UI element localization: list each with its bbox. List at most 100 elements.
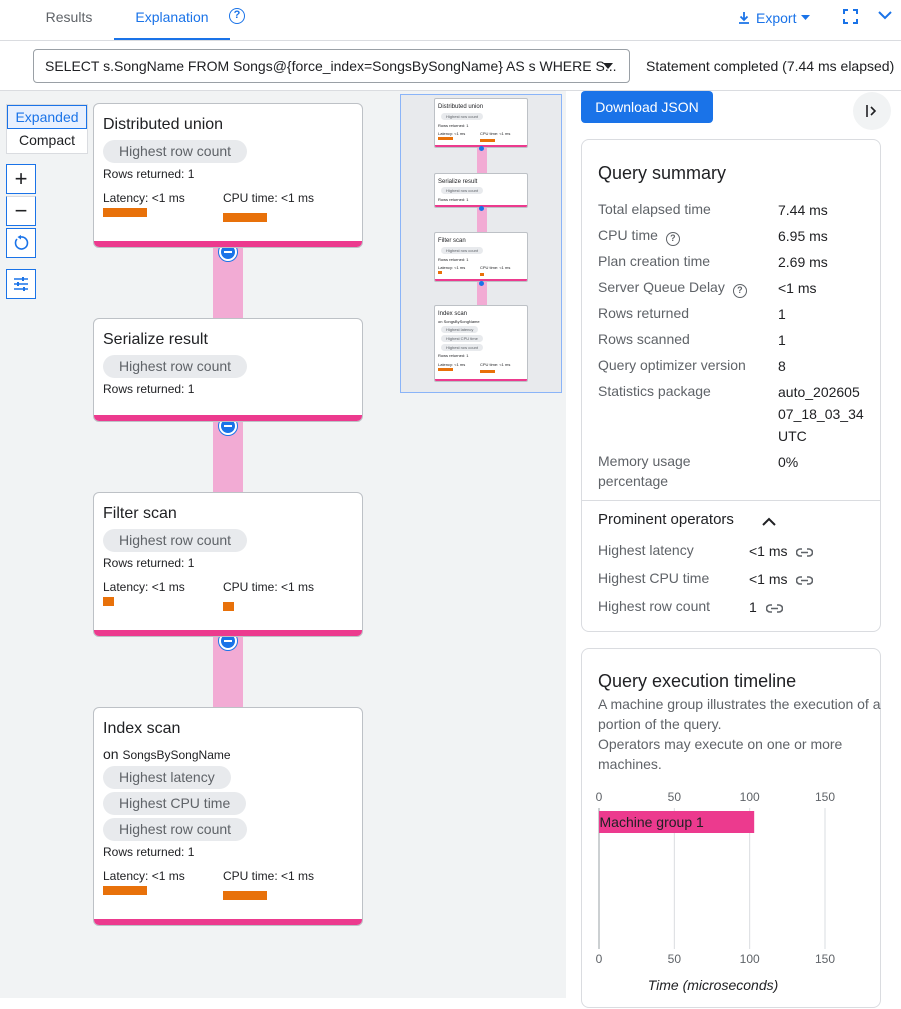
link-icon[interactable] — [796, 547, 814, 557]
summary-value: 8 — [778, 358, 786, 374]
summary-label: Rows scanned — [598, 331, 690, 347]
minimap-title: Filter scan — [438, 238, 466, 244]
prominent-label: Highest row count — [598, 598, 711, 614]
minimap-card: Distributed union Highest row count Rows… — [434, 98, 528, 148]
badge-chip: Highest latency — [103, 766, 231, 789]
summary-label: CPU time? — [598, 225, 680, 246]
cpu-label: CPU time: <1 ms — [223, 580, 315, 594]
minimap-index-target: SongsBySongName — [443, 319, 480, 324]
card-accent-bar — [94, 241, 362, 247]
minimap-dot — [479, 146, 484, 151]
help-icon[interactable]: ? — [732, 284, 747, 298]
cpu-bar — [223, 213, 267, 222]
minimap-dot — [479, 206, 484, 211]
reset-zoom-button[interactable] — [6, 228, 36, 258]
summary-label: Rows returned — [598, 305, 690, 321]
view-compact-button[interactable]: Compact — [7, 129, 87, 153]
badge-chip: Highest row count — [103, 355, 248, 378]
minimap-chip: Highest row count — [441, 113, 484, 120]
summary-value-line: UTC — [778, 428, 807, 444]
minimap-rows: Rows returned: 1 — [438, 123, 469, 128]
cpu-bar — [223, 602, 234, 611]
tab-results[interactable]: Results — [28, 0, 110, 40]
minimap-rows: Rows returned: 1 — [438, 257, 469, 262]
card-accent-bar — [94, 630, 362, 636]
badge-chip: Highest row count — [103, 529, 248, 552]
plan-minimap[interactable]: Distributed union Highest row count Rows… — [400, 94, 562, 393]
operator-title: Filter scan — [103, 505, 177, 522]
operator-title: Distributed union — [103, 116, 224, 133]
rows-returned: Rows returned: 1 — [103, 845, 195, 859]
rows-returned: Rows returned: 1 — [103, 382, 195, 396]
minimap-bar — [438, 368, 453, 371]
minimap-card: Filter scan Highest row count Rows retur… — [434, 232, 528, 282]
help-icon[interactable]: ? — [229, 8, 245, 24]
minimap-bar — [438, 137, 453, 140]
export-label: Export — [756, 10, 797, 26]
help-icon[interactable]: ? — [665, 232, 680, 246]
minimap-rows: Rows returned: 1 — [438, 197, 469, 202]
x-tick-label-top: 100 — [740, 790, 760, 804]
zoom-out-button[interactable]: − — [6, 196, 36, 226]
prominent-value: <1 ms — [749, 571, 814, 587]
export-button[interactable]: Export — [737, 6, 811, 30]
download-json-button[interactable]: Download JSON — [581, 91, 713, 123]
operator-card[interactable]: Filter scan Highest row count Rows retur… — [93, 492, 363, 637]
rows-returned: Rows returned: 1 — [103, 556, 195, 570]
operator-card[interactable]: Distributed union Highest row count Rows… — [93, 103, 363, 248]
latency-bar — [103, 597, 114, 606]
tab-bar: Results Explanation ? Export — [0, 0, 901, 41]
summary-value-line: 07_18_03_34 — [778, 406, 864, 422]
summary-value: 1 — [778, 306, 786, 322]
timeline-bar-label: Machine group 1 — [600, 814, 705, 830]
chevron-up-icon[interactable] — [762, 517, 776, 526]
latency-bar — [103, 208, 147, 217]
prominent-value: <1 ms — [749, 543, 814, 559]
prominent-value: 1 — [749, 599, 783, 615]
index-name: on SongsBySongName — [103, 746, 231, 762]
chevron-down-icon — [801, 15, 811, 20]
minimap-latency: Latency: <1 ms — [438, 131, 466, 136]
operator-title: Index scan — [103, 720, 181, 737]
minimap-title: Index scan — [438, 311, 468, 317]
summary-value: 0% — [778, 454, 799, 470]
minimap-chip: Highest row count — [441, 187, 484, 194]
operator-card[interactable]: Index scan on SongsBySongName Highest la… — [93, 707, 363, 926]
timeline-chart: 0 0 50 50 100 100 150 150 Machine group 1 Time (m… — [596, 790, 836, 993]
operator-title: Serialize result — [103, 331, 208, 348]
minimap-on: on — [438, 319, 443, 324]
toggle-side-panel-button[interactable] — [853, 92, 891, 130]
collapse-panel-icon[interactable] — [878, 10, 892, 20]
badge-chip: Highest row count — [103, 140, 248, 163]
summary-label-text: CPU time — [598, 227, 658, 243]
x-tick-label-top: 0 — [596, 790, 603, 804]
summary-value: 2.69 ms — [778, 254, 828, 270]
zoom-in-button[interactable]: + — [6, 164, 36, 194]
query-select[interactable]: SELECT s.SongName FROM Songs@{force_inde… — [33, 49, 630, 83]
summary-label: Server Queue Delay? — [598, 277, 747, 298]
tab-explanation[interactable]: Explanation — [114, 0, 230, 40]
query-summary-card: Query summary Total elapsed time 7.44 ms… — [581, 139, 881, 632]
view-expanded-button[interactable]: Expanded — [7, 105, 87, 129]
link-icon[interactable] — [765, 603, 783, 613]
minimap-card: Index scan on SongsBySongName Highest la… — [434, 305, 528, 382]
latency-label: Latency: <1 ms — [103, 191, 185, 205]
fullscreen-icon[interactable] — [843, 9, 858, 24]
minimap-chip: Highest CPU time — [441, 335, 483, 342]
badge-chip: Highest CPU time — [103, 792, 247, 815]
download-icon — [739, 12, 749, 24]
dropdown-caret-icon — [603, 63, 613, 69]
card-accent-bar — [94, 919, 362, 925]
timeline-description: A machine group illustrates the executio… — [598, 696, 881, 732]
minimap-cpu: CPU time: <1 ms — [480, 265, 511, 270]
x-axis-label: Time (microseconds) — [648, 977, 779, 993]
link-icon[interactable] — [796, 575, 814, 585]
prominent-value-text: <1 ms — [749, 543, 788, 559]
filter-settings-button[interactable] — [6, 269, 36, 299]
minimap-bar — [480, 273, 484, 276]
timeline-title: Query execution timeline — [598, 671, 797, 691]
summary-label-text: Server Queue Delay — [598, 279, 725, 295]
summary-label: Query optimizer version — [598, 357, 746, 373]
summary-value-line: auto_202605 — [778, 384, 860, 400]
operator-card[interactable]: Serialize result Highest row count Rows … — [93, 318, 363, 422]
